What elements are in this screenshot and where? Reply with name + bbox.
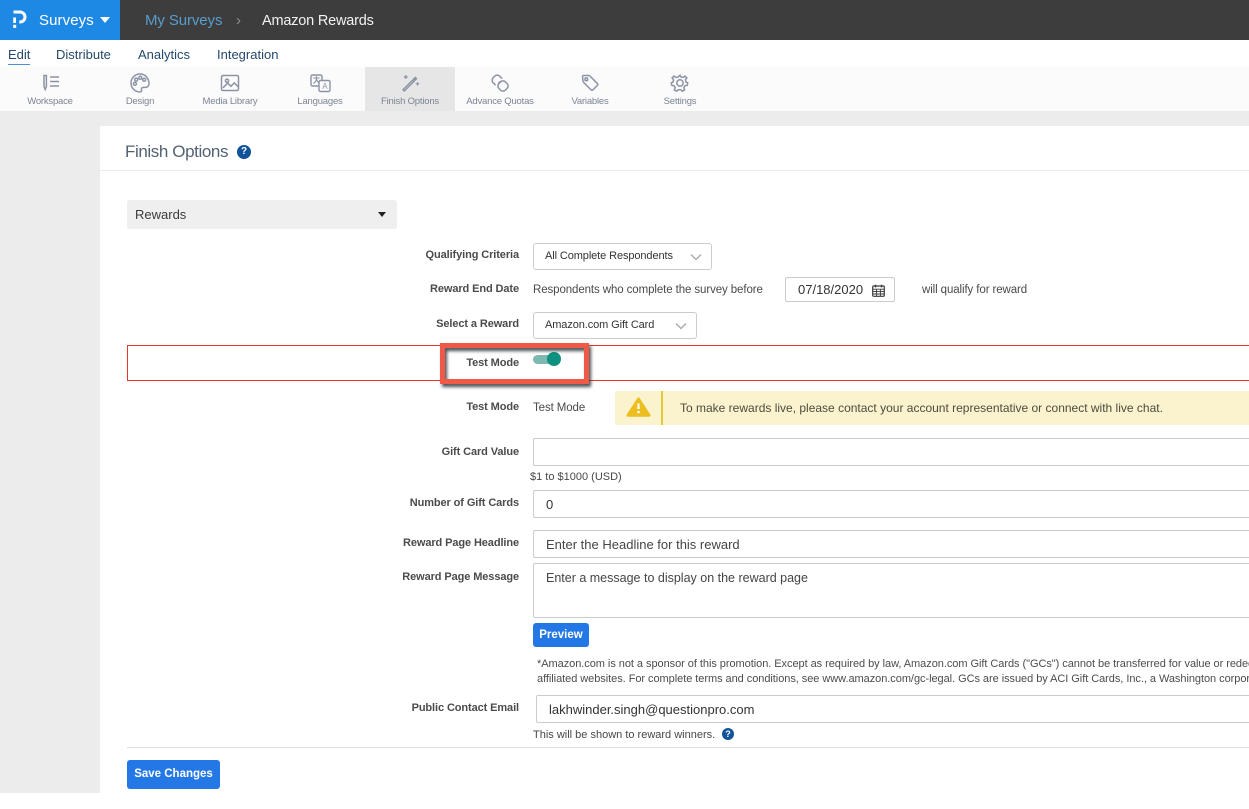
svg-text:A: A [322, 82, 328, 91]
